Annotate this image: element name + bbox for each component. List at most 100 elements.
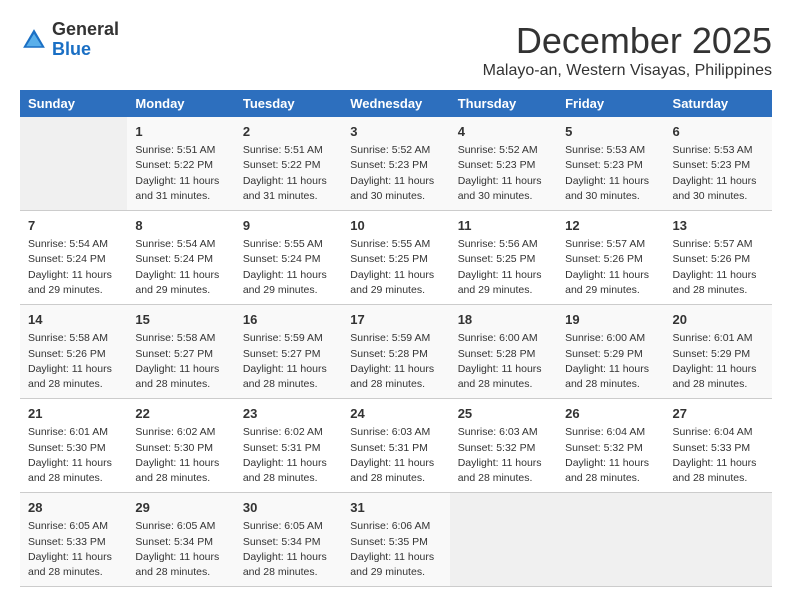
calendar-cell: 4Sunrise: 5:52 AM Sunset: 5:23 PM Daylig…	[450, 117, 557, 211]
day-number: 15	[135, 311, 226, 329]
calendar-cell: 17 Sunrise: 5:59 AM Sunset: 5:28 PM Dayli…	[342, 305, 449, 399]
calendar-cell: 24 Sunrise: 6:03 AM Sunset: 5:31 PM Dayli…	[342, 399, 449, 493]
day-number: 8	[135, 217, 226, 235]
logo-icon	[20, 26, 48, 54]
day-number: 10	[350, 217, 441, 235]
day-number: 5	[565, 123, 656, 141]
calendar-cell: 9 Sunrise: 5:55 AM Sunset: 5:24 PM Daylig…	[235, 211, 342, 305]
calendar-cell	[20, 117, 127, 211]
day-number: 4	[458, 123, 549, 141]
calendar-cell	[450, 493, 557, 587]
calendar-cell: 3 Sunrise: 5:52 AM Sunset: 5:23 PM Daylig…	[342, 117, 449, 211]
calendar-cell	[665, 493, 772, 587]
calendar-cell: 28Sunrise: 6:05 AM Sunset: 5:33 PM Dayli…	[20, 493, 127, 587]
day-info: Sunrise: 6:03 AM Sunset: 5:32 PM Dayligh…	[458, 425, 549, 486]
day-number: 3	[350, 123, 441, 141]
day-info: Sunrise: 6:01 AM Sunset: 5:30 PM Dayligh…	[28, 425, 119, 486]
day-info: Sunrise: 6:02 AM Sunset: 5:30 PM Dayligh…	[135, 425, 226, 486]
calendar-cell: 21 Sunrise: 6:01 AM Sunset: 5:30 PM Dayli…	[20, 399, 127, 493]
title-block: December 2025 Malayo-an, Western Visayas…	[483, 20, 772, 80]
day-info: Sunrise: 5:55 AM Sunset: 5:25 PM Dayligh…	[350, 237, 441, 298]
day-info: Sunrise: 5:55 AM Sunset: 5:24 PM Dayligh…	[243, 237, 334, 298]
calendar-cell: 22 Sunrise: 6:02 AM Sunset: 5:30 PM Dayli…	[127, 399, 234, 493]
column-header-saturday: Saturday	[665, 90, 772, 117]
day-info: Sunrise: 6:05 AM Sunset: 5:34 PM Dayligh…	[243, 519, 334, 580]
day-number: 20	[673, 311, 764, 329]
calendar-cell: 15 Sunrise: 5:58 AM Sunset: 5:27 PM Dayli…	[127, 305, 234, 399]
day-number: 24	[350, 405, 441, 423]
calendar-cell: 5 Sunrise: 5:53 AM Sunset: 5:23 PM Daylig…	[557, 117, 664, 211]
subtitle: Malayo-an, Western Visayas, Philippines	[483, 62, 772, 80]
calendar-cell: 26 Sunrise: 6:04 AM Sunset: 5:32 PM Dayli…	[557, 399, 664, 493]
column-header-sunday: Sunday	[20, 90, 127, 117]
column-header-thursday: Thursday	[450, 90, 557, 117]
week-row-1: 1 Sunrise: 5:51 AM Sunset: 5:22 PM Daylig…	[20, 117, 772, 211]
day-info: Sunrise: 5:54 AM Sunset: 5:24 PM Dayligh…	[135, 237, 226, 298]
calendar-cell	[557, 493, 664, 587]
column-header-friday: Friday	[557, 90, 664, 117]
day-info: Sunrise: 6:03 AM Sunset: 5:31 PM Dayligh…	[350, 425, 441, 486]
day-number: 23	[243, 405, 334, 423]
day-info: Sunrise: 5:58 AM Sunset: 5:26 PM Dayligh…	[28, 331, 119, 392]
day-info: Sunrise: 5:58 AM Sunset: 5:27 PM Dayligh…	[135, 331, 226, 392]
day-info: Sunrise: 6:04 AM Sunset: 5:32 PM Dayligh…	[565, 425, 656, 486]
day-info: Sunrise: 5:54 AM Sunset: 5:24 PM Dayligh…	[28, 237, 119, 298]
calendar-cell: 20Sunrise: 6:01 AM Sunset: 5:29 PM Dayli…	[665, 305, 772, 399]
calendar-cell: 31 Sunrise: 6:06 AM Sunset: 5:35 PM Dayli…	[342, 493, 449, 587]
day-number: 6	[673, 123, 764, 141]
day-number: 19	[565, 311, 656, 329]
day-info: Sunrise: 6:05 AM Sunset: 5:33 PM Dayligh…	[28, 519, 119, 580]
day-info: Sunrise: 5:53 AM Sunset: 5:23 PM Dayligh…	[565, 143, 656, 204]
calendar-cell: 23Sunrise: 6:02 AM Sunset: 5:31 PM Dayli…	[235, 399, 342, 493]
calendar-cell: 1 Sunrise: 5:51 AM Sunset: 5:22 PM Daylig…	[127, 117, 234, 211]
day-number: 11	[458, 217, 549, 235]
day-number: 7	[28, 217, 119, 235]
day-info: Sunrise: 5:53 AM Sunset: 5:23 PM Dayligh…	[673, 143, 764, 204]
day-number: 9	[243, 217, 334, 235]
main-title: December 2025	[483, 20, 772, 62]
day-number: 27	[673, 405, 764, 423]
calendar-cell: 16 Sunrise: 5:59 AM Sunset: 5:27 PM Dayli…	[235, 305, 342, 399]
page-header: General Blue December 2025 Malayo-an, We…	[20, 20, 772, 80]
day-number: 29	[135, 499, 226, 517]
day-number: 17	[350, 311, 441, 329]
day-number: 26	[565, 405, 656, 423]
day-number: 13	[673, 217, 764, 235]
day-number: 21	[28, 405, 119, 423]
logo-general: General	[52, 19, 119, 39]
column-header-wednesday: Wednesday	[342, 90, 449, 117]
week-row-5: 28Sunrise: 6:05 AM Sunset: 5:33 PM Dayli…	[20, 493, 772, 587]
day-number: 1	[135, 123, 226, 141]
day-info: Sunrise: 5:51 AM Sunset: 5:22 PM Dayligh…	[243, 143, 334, 204]
logo-text: General Blue	[52, 20, 119, 60]
logo: General Blue	[20, 20, 119, 60]
week-row-2: 7 Sunrise: 5:54 AM Sunset: 5:24 PM Daylig…	[20, 211, 772, 305]
day-info: Sunrise: 5:57 AM Sunset: 5:26 PM Dayligh…	[565, 237, 656, 298]
day-info: Sunrise: 5:52 AM Sunset: 5:23 PM Dayligh…	[350, 143, 441, 204]
day-info: Sunrise: 6:06 AM Sunset: 5:35 PM Dayligh…	[350, 519, 441, 580]
calendar-cell: 27 Sunrise: 6:04 AM Sunset: 5:33 PM Dayli…	[665, 399, 772, 493]
week-row-3: 14Sunrise: 5:58 AM Sunset: 5:26 PM Dayli…	[20, 305, 772, 399]
calendar-cell: 14Sunrise: 5:58 AM Sunset: 5:26 PM Dayli…	[20, 305, 127, 399]
calendar-cell: 7 Sunrise: 5:54 AM Sunset: 5:24 PM Daylig…	[20, 211, 127, 305]
day-number: 25	[458, 405, 549, 423]
day-number: 16	[243, 311, 334, 329]
calendar-cell: 30Sunrise: 6:05 AM Sunset: 5:34 PM Dayli…	[235, 493, 342, 587]
day-info: Sunrise: 6:04 AM Sunset: 5:33 PM Dayligh…	[673, 425, 764, 486]
calendar-cell: 2Sunrise: 5:51 AM Sunset: 5:22 PM Daylig…	[235, 117, 342, 211]
calendar-cell: 12 Sunrise: 5:57 AM Sunset: 5:26 PM Dayli…	[557, 211, 664, 305]
calendar-cell: 18Sunrise: 6:00 AM Sunset: 5:28 PM Dayli…	[450, 305, 557, 399]
day-info: Sunrise: 5:51 AM Sunset: 5:22 PM Dayligh…	[135, 143, 226, 204]
logo-blue: Blue	[52, 39, 91, 59]
column-header-monday: Monday	[127, 90, 234, 117]
day-info: Sunrise: 6:00 AM Sunset: 5:28 PM Dayligh…	[458, 331, 549, 392]
day-info: Sunrise: 5:59 AM Sunset: 5:27 PM Dayligh…	[243, 331, 334, 392]
day-info: Sunrise: 5:59 AM Sunset: 5:28 PM Dayligh…	[350, 331, 441, 392]
week-row-4: 21 Sunrise: 6:01 AM Sunset: 5:30 PM Dayli…	[20, 399, 772, 493]
day-number: 22	[135, 405, 226, 423]
calendar-cell: 6 Sunrise: 5:53 AM Sunset: 5:23 PM Daylig…	[665, 117, 772, 211]
calendar-cell: 19Sunrise: 6:00 AM Sunset: 5:29 PM Dayli…	[557, 305, 664, 399]
day-number: 31	[350, 499, 441, 517]
day-number: 12	[565, 217, 656, 235]
day-info: Sunrise: 5:56 AM Sunset: 5:25 PM Dayligh…	[458, 237, 549, 298]
